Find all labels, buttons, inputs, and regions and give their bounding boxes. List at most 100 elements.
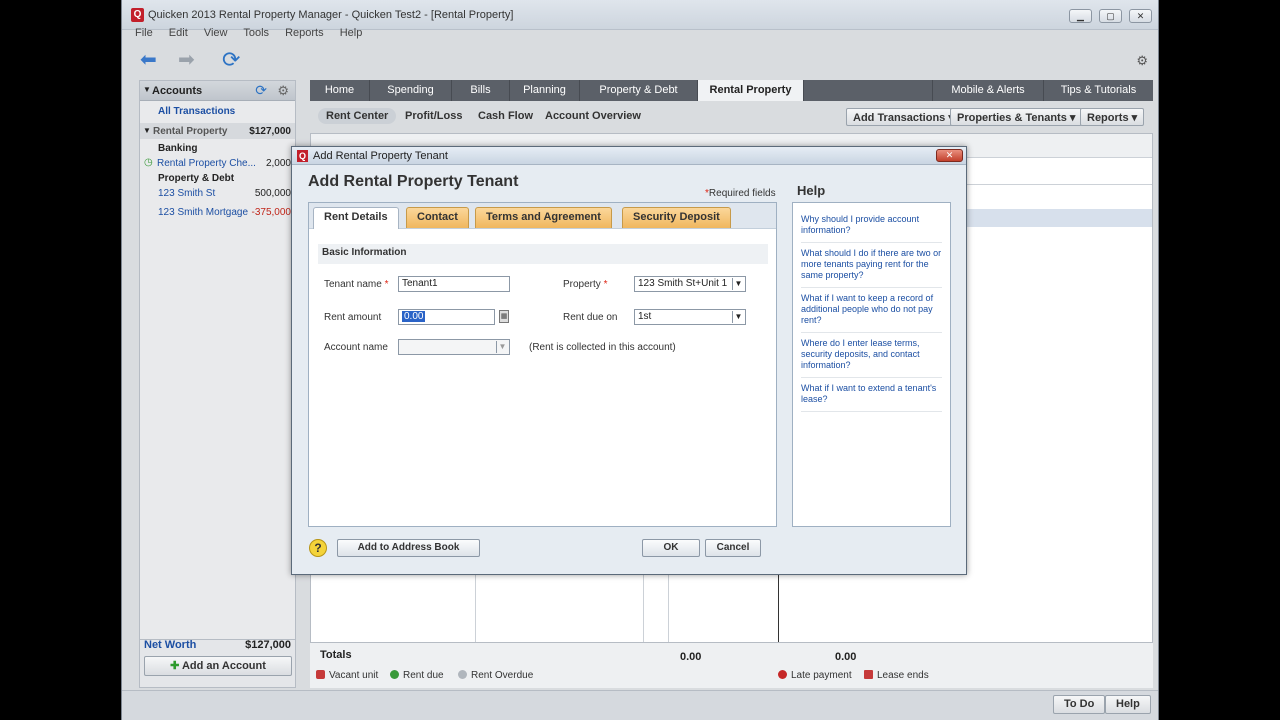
- net-worth-label: Net Worth: [144, 639, 197, 651]
- help-link[interactable]: Why should I provide account information…: [801, 209, 942, 243]
- refresh-icon[interactable]: ⟳: [255, 82, 267, 99]
- reports-button[interactable]: Reports ▾: [1080, 108, 1145, 126]
- collapse-icon[interactable]: ▼: [143, 126, 151, 135]
- status-bar: To Do Help: [122, 690, 1158, 720]
- chevron-down-icon: ▼: [732, 278, 744, 290]
- legend-vacant: Vacant unit: [316, 670, 378, 681]
- rent-due-select[interactable]: 1st ▼: [634, 309, 746, 325]
- refresh-icon[interactable]: ⟳: [222, 49, 240, 71]
- accounts-header[interactable]: ▼ Accounts ⟳ ⚙: [140, 81, 295, 101]
- help-panel: Why should I provide account information…: [792, 202, 951, 527]
- account-note: (Rent is collected in this account): [529, 342, 676, 353]
- tab-rent-details[interactable]: Rent Details: [313, 207, 399, 229]
- rent-due-label: Rent due on: [563, 312, 618, 323]
- chevron-down-icon: ▼: [496, 341, 508, 353]
- legend-late-payment: Late payment: [778, 670, 852, 681]
- grid-line: [778, 574, 779, 644]
- account-name-select[interactable]: ▼: [398, 339, 510, 355]
- tenant-name-label: Tenant name *: [324, 279, 389, 290]
- tab-mobile-alerts[interactable]: Mobile & Alerts: [932, 80, 1044, 101]
- subtab-profit-loss[interactable]: Profit/Loss: [405, 110, 462, 122]
- properties-tenants-button[interactable]: Properties & Tenants ▾: [950, 108, 1083, 126]
- tab-rental-property[interactable]: Rental Property: [698, 80, 804, 101]
- quicken-logo: Q: [131, 8, 144, 22]
- tab-property-debt[interactable]: Property & Debt: [580, 80, 698, 101]
- gear-icon[interactable]: ⚙: [277, 83, 289, 99]
- window-title: Quicken 2013 Rental Property Manager - Q…: [148, 9, 514, 21]
- subtab-cash-flow[interactable]: Cash Flow: [478, 110, 533, 122]
- tab-terms-agreement[interactable]: Terms and Agreement: [475, 207, 612, 228]
- chevron-down-icon: ▼: [732, 311, 744, 323]
- add-account-button[interactable]: ✚ Add an Account: [144, 656, 292, 676]
- help-question-icon[interactable]: ?: [309, 539, 327, 557]
- tab-contact[interactable]: Contact: [406, 207, 469, 228]
- legend-rent-overdue: Rent Overdue: [458, 670, 533, 681]
- dialog-title-bar: Q Add Rental Property Tenant ✕: [292, 147, 966, 165]
- maximize-button[interactable]: ▢: [1099, 9, 1122, 23]
- subtab-rent-center[interactable]: Rent Center: [318, 108, 397, 124]
- menu-bar: File Edit View Tools Reports Help: [135, 27, 375, 41]
- calculator-icon[interactable]: ▦: [499, 310, 509, 323]
- quicken-logo: Q: [297, 150, 308, 162]
- dialog-tabs: Rent Details Contact Terms and Agreement…: [309, 203, 776, 229]
- menu-file[interactable]: File: [135, 27, 153, 39]
- totals-bar: Totals 0.00 0.00: [310, 642, 1153, 688]
- cancel-button[interactable]: Cancel: [705, 539, 761, 557]
- forward-arrow-icon[interactable]: ➡: [178, 50, 195, 70]
- add-to-address-book-button[interactable]: Add to Address Book: [337, 539, 480, 557]
- tab-tips-tutorials[interactable]: Tips & Tutorials: [1044, 80, 1153, 101]
- rent-amount-input[interactable]: 0.00: [398, 309, 495, 325]
- minimize-button[interactable]: ▁: [1069, 9, 1092, 23]
- sidebar-footer: Net Worth $127,000 ✚ Add an Account: [140, 639, 295, 687]
- back-arrow-icon[interactable]: ⬅: [140, 50, 157, 70]
- property-label: Property *: [563, 279, 608, 290]
- totals-value: 0.00: [680, 651, 702, 663]
- subtab-account-overview[interactable]: Account Overview: [545, 110, 641, 122]
- rent-due-icon: [390, 670, 399, 679]
- close-icon[interactable]: ✕: [936, 149, 963, 162]
- rent-overdue-icon: [458, 670, 467, 679]
- help-link[interactable]: What if I want to extend a tenant's leas…: [801, 378, 942, 412]
- help-link[interactable]: Where do I enter lease terms, security d…: [801, 333, 942, 378]
- rental-property-group[interactable]: ▼ Rental Property $127,000: [140, 123, 295, 139]
- tab-home[interactable]: Home: [310, 80, 370, 101]
- vacant-icon: [316, 670, 325, 679]
- tab-planning[interactable]: Planning: [510, 80, 580, 101]
- ok-button[interactable]: OK: [642, 539, 700, 557]
- grid-line: [668, 574, 669, 644]
- menu-reports[interactable]: Reports: [285, 27, 324, 39]
- all-transactions-link[interactable]: All Transactions: [158, 106, 313, 117]
- totals-label: Totals: [320, 649, 352, 661]
- help-link[interactable]: What should I do if there are two or mor…: [801, 243, 942, 288]
- menu-view[interactable]: View: [204, 27, 228, 39]
- help-button[interactable]: Help: [1105, 695, 1151, 714]
- plus-icon: ✚: [170, 660, 182, 672]
- add-transactions-button[interactable]: Add Transactions ▾: [846, 108, 961, 126]
- todo-button[interactable]: To Do: [1053, 695, 1106, 714]
- status-icon: ◷: [144, 157, 153, 168]
- tab-bills[interactable]: Bills: [452, 80, 510, 101]
- gear-icon[interactable]: ⚙: [1136, 53, 1148, 69]
- menu-edit[interactable]: Edit: [169, 27, 188, 39]
- grid-line: [643, 574, 644, 644]
- close-button[interactable]: ✕: [1129, 9, 1152, 23]
- account-name-label: Account name: [324, 342, 388, 353]
- legend-lease-ends: Lease ends: [864, 670, 929, 681]
- lease-ends-icon: [864, 670, 873, 679]
- accounts-title: Accounts: [152, 85, 203, 97]
- help-link[interactable]: What if I want to keep a record of addit…: [801, 288, 942, 333]
- tenant-name-input[interactable]: Tenant1: [398, 276, 510, 292]
- rent-amount-label: Rent amount: [324, 312, 382, 323]
- form-panel: Rent Details Contact Terms and Agreement…: [308, 202, 777, 527]
- dialog-heading: Add Rental Property Tenant: [308, 173, 519, 190]
- tab-security-deposit[interactable]: Security Deposit: [622, 207, 731, 228]
- property-select[interactable]: 123 Smith St+Unit 1 ▼: [634, 276, 746, 292]
- tab-spending[interactable]: Spending: [370, 80, 452, 101]
- menu-tools[interactable]: Tools: [243, 27, 269, 39]
- main-tabs: Home Spending Bills Planning Property & …: [310, 80, 1153, 101]
- late-payment-icon: [778, 670, 787, 679]
- collapse-icon[interactable]: ▼: [143, 85, 151, 94]
- legend-rent-due: Rent due: [390, 670, 444, 681]
- add-tenant-dialog: Q Add Rental Property Tenant ✕ Add Renta…: [291, 146, 967, 575]
- menu-help[interactable]: Help: [340, 27, 363, 39]
